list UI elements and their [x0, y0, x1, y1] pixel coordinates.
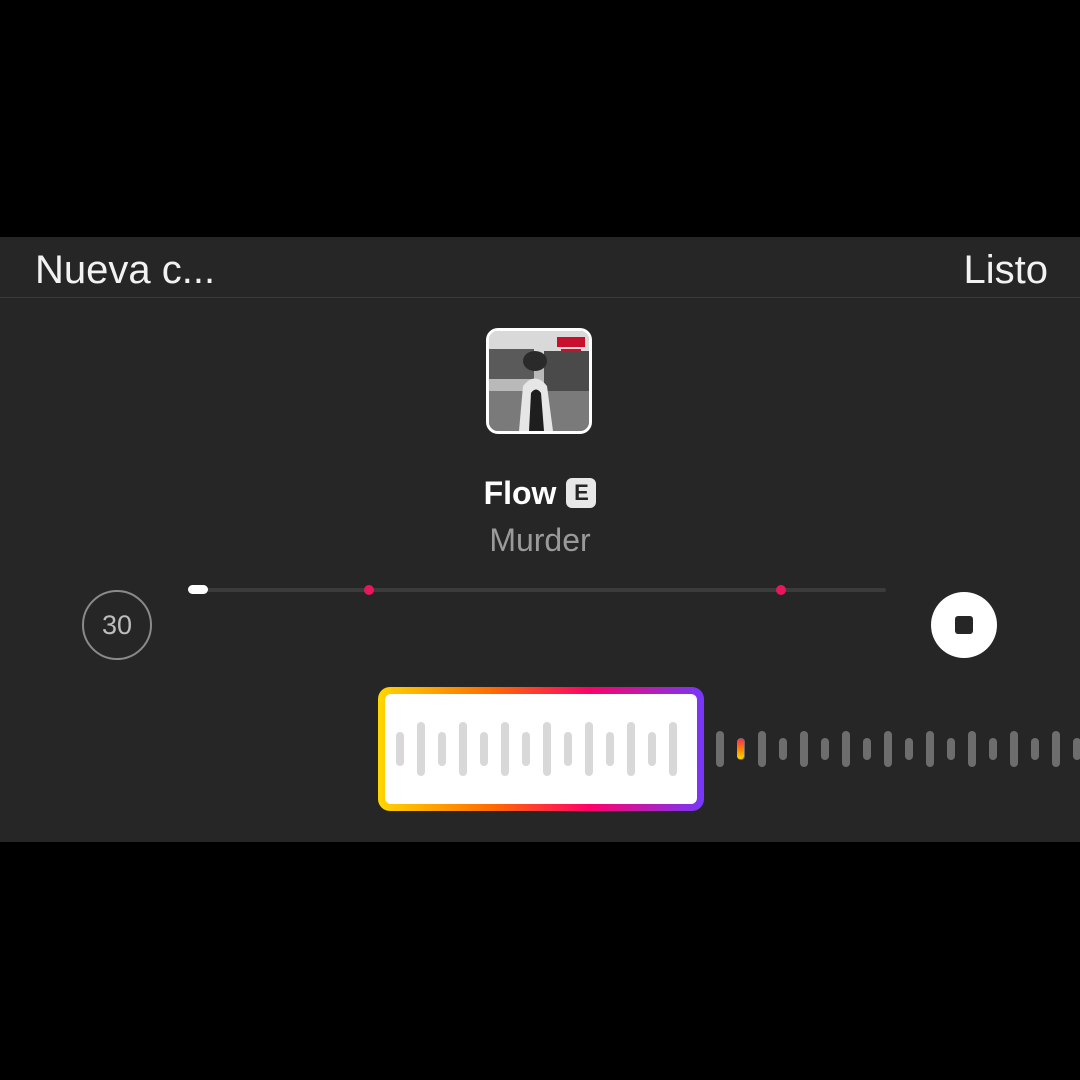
waveform-bar — [926, 731, 934, 767]
duration-button[interactable]: 30 — [82, 590, 152, 660]
waveform-bar — [716, 731, 724, 767]
song-artist: Murder — [489, 522, 591, 558]
song-timeline[interactable] — [188, 585, 886, 595]
waveform-bar — [1010, 731, 1018, 767]
music-editor-panel: Nueva c... Listo Flow E Murder 30 — [0, 237, 1080, 842]
waveform-bar — [968, 731, 976, 767]
explicit-badge: E — [566, 478, 597, 508]
header-title: Nueva c... — [35, 248, 216, 292]
waveform-bar — [1052, 731, 1060, 767]
waveform-bar — [564, 732, 572, 766]
waveform-bar — [522, 732, 530, 766]
song-title: Flow — [483, 475, 557, 511]
waveform-bar — [947, 738, 955, 760]
waveform-bar — [606, 732, 614, 766]
stop-icon — [955, 616, 973, 634]
waveform-bar — [501, 722, 509, 776]
waveform-bar — [459, 722, 467, 776]
waveform-bar — [627, 722, 635, 776]
waveform-bar — [905, 738, 913, 760]
header-bar: Nueva c... Listo — [0, 237, 1080, 298]
waveform-scrubber[interactable] — [0, 684, 1080, 814]
waveform-bar — [480, 732, 488, 766]
screen: Nueva c... Listo Flow E Murder 30 — [0, 0, 1080, 1080]
clip-selection-frame[interactable] — [378, 687, 704, 811]
waveform-bar — [543, 722, 551, 776]
waveform-bar — [989, 738, 997, 760]
waveform-bar — [779, 738, 787, 760]
done-button[interactable]: Listo — [964, 246, 1049, 294]
waveform-bar — [863, 738, 871, 760]
waveform-bar — [800, 731, 808, 767]
album-cover-image — [486, 328, 592, 434]
waveform-bar — [648, 732, 656, 766]
waveform-bar — [438, 732, 446, 766]
waveform-bar — [396, 732, 404, 766]
waveform-bar — [758, 731, 766, 767]
waveform-bar — [417, 722, 425, 776]
waveform-bar — [842, 731, 850, 767]
playback-cursor — [737, 739, 744, 759]
waveform-bar — [585, 722, 593, 776]
timeline-marker — [364, 585, 375, 595]
waveform-bar — [1031, 738, 1039, 760]
clip-selection-waveform — [385, 694, 697, 804]
waveform-bar — [821, 738, 829, 760]
waveform-bar — [1073, 738, 1080, 760]
waveform-bar — [669, 722, 677, 776]
song-title-row: Flow E — [0, 473, 1080, 513]
waveform-bar — [884, 731, 892, 767]
timeline-marker — [776, 585, 787, 595]
stop-button[interactable] — [931, 592, 997, 658]
timeline-playhead[interactable] — [188, 585, 208, 594]
